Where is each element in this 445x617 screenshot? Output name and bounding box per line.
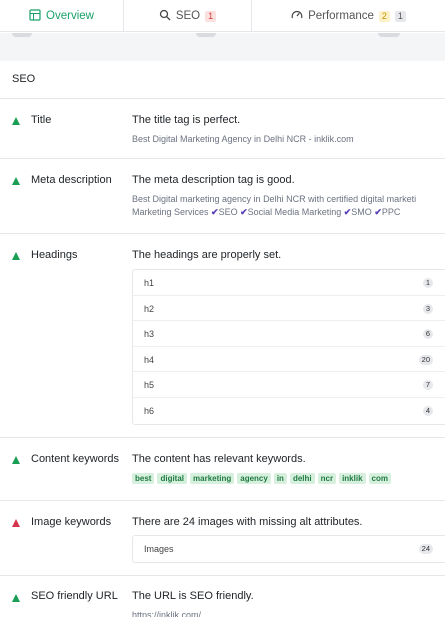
heading-tag: h3 (144, 329, 155, 340)
meta-description-row: Meta description The meta description ta… (0, 160, 445, 234)
heading-tag: h5 (144, 380, 155, 391)
count-badge: 1 (422, 278, 433, 288)
title-row: Title The title tag is perfect. Best Dig… (0, 100, 445, 159)
heading-tag: h2 (144, 303, 155, 314)
check-icon: ✔ (211, 207, 219, 217)
row-detail: Best Digital marketing agency in Delhi N… (132, 194, 417, 204)
scroll-fragment (378, 33, 400, 37)
count-badge: 4 (422, 405, 433, 416)
pass-icon (12, 594, 20, 602)
list-item[interactable]: h1 1 (133, 270, 445, 296)
pass-icon (12, 117, 20, 125)
list-item[interactable]: h3 6 (133, 321, 445, 347)
section-divider (0, 33, 445, 61)
heading-tag: h4 (144, 354, 155, 365)
row-label: Title (31, 114, 52, 126)
detail-text: Marketing Services (132, 207, 209, 217)
keyword-tag: ncr (317, 473, 337, 484)
tab-overview-label: Overview (46, 10, 94, 22)
list-item[interactable]: h4 20 (133, 347, 445, 373)
scroll-fragment (12, 33, 32, 37)
performance-warning-badge: 2 (378, 10, 390, 22)
scroll-fragment (196, 33, 216, 37)
keyword-tag: in (273, 473, 287, 484)
tab-overview[interactable]: Overview (0, 0, 124, 32)
performance-info-badge: 1 (394, 10, 406, 22)
content-keywords-row: Content keywords The content has relevan… (0, 439, 445, 501)
seo-issue-badge: 1 (205, 10, 217, 22)
detail-text: Social Media Marketing (247, 207, 342, 217)
list-item[interactable]: h2 3 (133, 296, 445, 322)
check-icon: ✔ (240, 207, 248, 217)
row-label: Headings (31, 249, 78, 261)
fail-icon (12, 519, 20, 527)
row-result: The meta description tag is good. (132, 174, 295, 186)
row-detail-2: Marketing Services ✔SEO ✔Social Media Ma… (132, 206, 400, 219)
count-badge: 3 (422, 303, 433, 314)
keyword-tag: inklik (339, 473, 366, 484)
images-list: Images 24 (132, 535, 445, 563)
detail-text: PPC (381, 207, 401, 217)
row-result: The headings are properly set. (132, 249, 282, 261)
pass-icon (12, 252, 20, 260)
list-item[interactable]: h6 4 (133, 398, 445, 424)
keyword-tag: com (368, 473, 391, 484)
keyword-tag: agency (237, 473, 271, 484)
section-title: SEO (0, 61, 445, 99)
keyword-tag: delhi (289, 473, 315, 484)
row-detail: Best Digital Marketing Agency in Delhi N… (132, 134, 354, 144)
list-item[interactable]: h5 7 (133, 372, 445, 398)
tab-performance-label: Performance (308, 10, 374, 22)
row-result: The title tag is perfect. (132, 114, 241, 126)
count-badge: 7 (422, 380, 433, 391)
check-icon: ✔ (374, 207, 382, 217)
tab-seo-label: SEO (175, 10, 201, 22)
headings-list: h1 1 h2 3 h3 6 h4 20 h5 7 h6 4 (132, 269, 445, 425)
row-result: The content has relevant keywords. (132, 453, 306, 465)
image-keywords-row: Image keywords There are 24 images with … (0, 502, 445, 576)
tab-seo[interactable]: SEO 1 (124, 0, 252, 32)
list-item[interactable]: Images 24 (133, 536, 445, 562)
heading-tag: h6 (144, 405, 155, 416)
detail-text: SEO (218, 207, 238, 217)
row-result: There are 24 images with missing alt att… (132, 516, 363, 528)
search-icon (159, 9, 171, 24)
pass-icon (12, 456, 20, 464)
url-link[interactable]: https://inklik.com/ (132, 609, 201, 617)
row-label: Image keywords (31, 516, 112, 528)
detail-text: SMO (351, 207, 372, 217)
keyword-tag: best (132, 473, 155, 484)
headings-row: Headings The headings are properly set. … (0, 235, 445, 438)
row-label: Meta description (31, 174, 112, 186)
pass-icon (12, 177, 20, 185)
row-label: Content keywords (31, 453, 120, 465)
count-badge: 6 (422, 329, 433, 340)
keyword-tag: marketing (190, 473, 235, 484)
tab-performance[interactable]: Performance 2 1 (252, 0, 445, 32)
seo-friendly-url-row: SEO friendly URL The URL is SEO friendly… (0, 577, 445, 617)
heading-tag: h1 (144, 278, 155, 288)
keyword-list: best digital marketing agency in delhi n… (132, 473, 391, 484)
count-badge: 24 (418, 544, 433, 554)
list-item-label: Images (144, 544, 174, 554)
tab-bar: Overview SEO 1 Performance 2 1 (0, 0, 445, 32)
count-badge: 20 (418, 354, 433, 365)
row-label: SEO friendly URL (31, 590, 118, 602)
row-result: The URL is SEO friendly. (132, 590, 254, 602)
keyword-tag: digital (157, 473, 188, 484)
overview-grid-icon (29, 8, 41, 24)
gauge-icon (291, 9, 303, 24)
